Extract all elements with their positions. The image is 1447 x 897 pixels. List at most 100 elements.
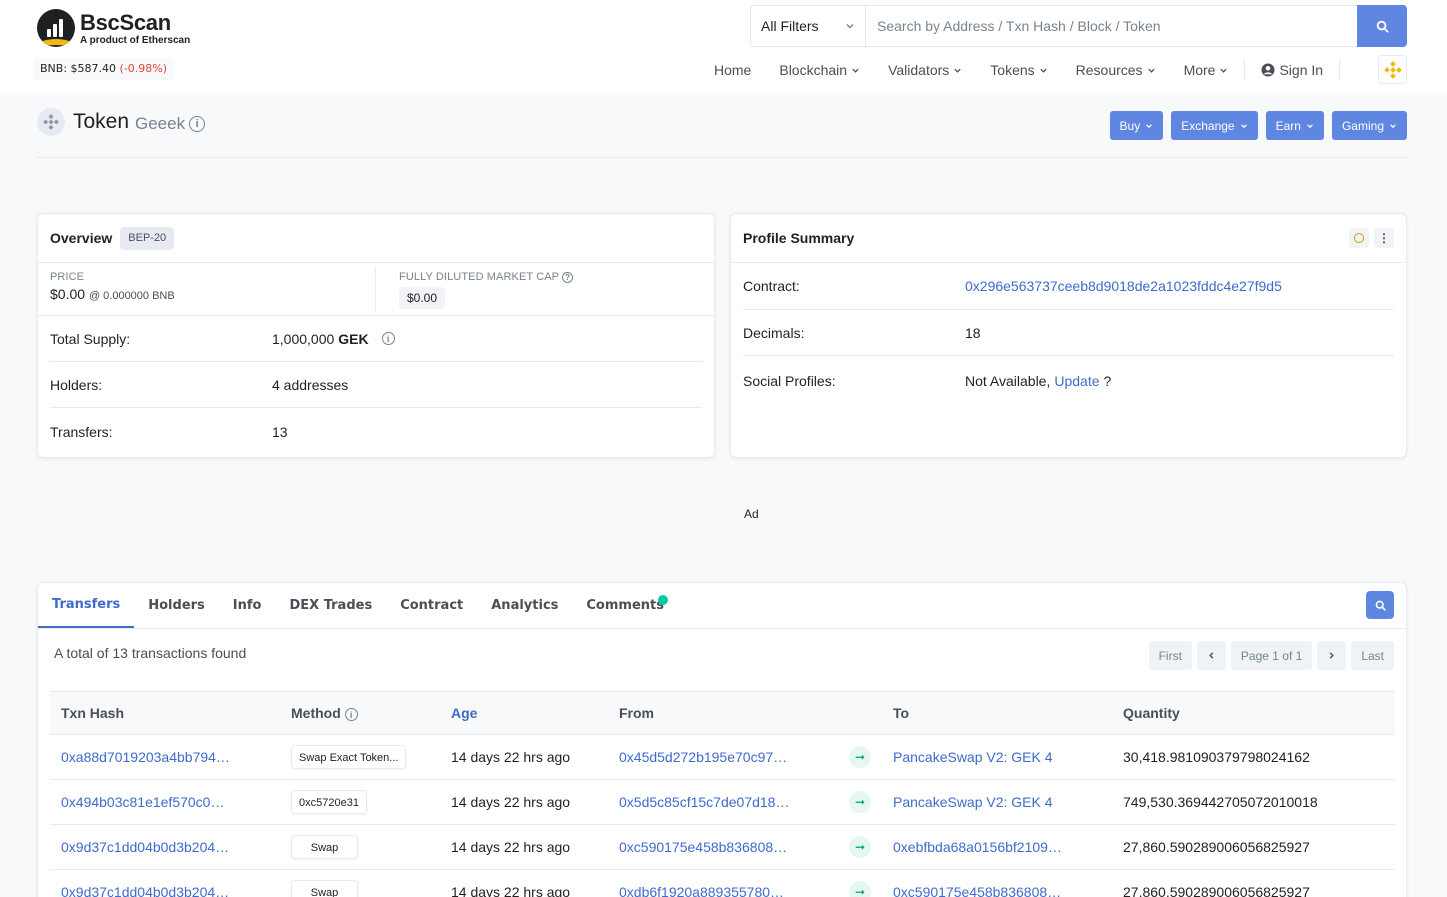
- tab-info[interactable]: Info: [219, 583, 276, 628]
- holders-value: 4 addresses: [272, 376, 349, 393]
- col-from: From: [608, 691, 838, 735]
- prev-page-button[interactable]: [1196, 641, 1226, 670]
- question-icon[interactable]: ?: [562, 271, 574, 283]
- more-options-icon[interactable]: ⋮: [1374, 228, 1394, 248]
- nav-blockchain[interactable]: Blockchain: [765, 62, 874, 78]
- table-row: 0xa88d7019203a4bb794… Swap Exact Token..…: [50, 734, 1395, 780]
- bnb-price[interactable]: BNB: $587.40 (-0.98%): [33, 58, 175, 80]
- to-address-link[interactable]: 0xc590175e458b836808…: [893, 884, 1061, 897]
- nav-label: Validators: [888, 62, 950, 78]
- chevron-down-icon: [954, 68, 961, 73]
- transfers-label: Transfers:: [50, 424, 113, 440]
- price-row: PRICE $0.00 @ 0.000000 BNB FULLY DILUTED…: [38, 263, 714, 316]
- nav-tokens[interactable]: Tokens: [976, 62, 1061, 78]
- tab-dex-trades[interactable]: DEX Trades: [275, 583, 386, 628]
- age-cell: 14 days 22 hrs ago: [440, 869, 608, 897]
- tab-holders[interactable]: Holders: [134, 583, 219, 628]
- token-search-button[interactable]: [1366, 591, 1394, 619]
- search-icon: [1375, 600, 1386, 611]
- from-address-link[interactable]: 0xdb6f1920a889355780…: [619, 884, 784, 897]
- last-page-button[interactable]: Last: [1351, 641, 1394, 670]
- txn-hash-link[interactable]: 0x9d37c1dd04b0d3b204…: [61, 839, 229, 855]
- info-icon[interactable]: i: [344, 708, 358, 722]
- nav-more[interactable]: More: [1170, 62, 1243, 78]
- transfers-table: Txn Hash Method i Age From To Quantity 0…: [50, 691, 1395, 897]
- filter-dropdown[interactable]: All Filters: [751, 6, 866, 46]
- profile-title: Profile Summary: [743, 230, 855, 246]
- nav-home[interactable]: Home: [700, 62, 765, 78]
- col-quantity: Quantity: [1112, 691, 1395, 735]
- mcap-value: $0.00: [399, 287, 446, 309]
- nav-validators[interactable]: Validators: [874, 62, 976, 78]
- bscscan-logo[interactable]: BscScan A product of Etherscan: [37, 9, 190, 47]
- social-label: Social Profiles:: [743, 372, 836, 389]
- search-input[interactable]: [866, 6, 1357, 46]
- holders-row: Holders: 4 addresses: [50, 362, 702, 408]
- transfers-row: Transfers: 13: [50, 408, 702, 456]
- col-txn-hash: Txn Hash: [50, 691, 280, 735]
- to-address-link[interactable]: PancakeSwap V2: GEK 4: [893, 749, 1053, 765]
- bnb-price-label: BNB:: [40, 62, 68, 75]
- quantity-cell: 749,530.369442705072010018: [1112, 779, 1395, 825]
- sign-in-link[interactable]: Sign In: [1247, 62, 1337, 78]
- tab-bar: Transfers Holders Info DEX Trades Contra…: [38, 583, 1406, 629]
- total-supply-label: Total Supply:: [50, 330, 131, 347]
- age-cell: 14 days 22 hrs ago: [440, 734, 608, 780]
- nav-label: Blockchain: [779, 62, 848, 78]
- nav-divider: [1244, 59, 1246, 81]
- info-icon[interactable]: i: [189, 116, 206, 132]
- gaming-button[interactable]: Gaming: [1331, 111, 1407, 140]
- token-symbol: GEK: [338, 330, 369, 347]
- col-method-label: Method: [291, 704, 341, 721]
- info-icon[interactable]: i: [381, 332, 395, 345]
- quantity-cell: 30,418.981090379798024162: [1112, 734, 1395, 780]
- profile-summary-card: Profile Summary ⋮ Contract: 0x296e563737…: [730, 213, 1407, 458]
- next-page-button[interactable]: [1317, 641, 1347, 670]
- chevron-down-icon: [1147, 68, 1155, 73]
- search-icon: [1376, 20, 1389, 33]
- method-badge: 0xc5720e31: [291, 790, 367, 814]
- from-address-link[interactable]: 0x45d5d272b195e70c97…: [619, 749, 787, 765]
- transfers-value: 13: [272, 424, 288, 440]
- earn-label: Earn: [1275, 118, 1301, 133]
- reputation-icon[interactable]: [1349, 228, 1369, 248]
- bnb-icon: [1383, 60, 1402, 79]
- chevron-down-icon: [1307, 123, 1313, 128]
- tab-contract[interactable]: Contract: [386, 583, 477, 628]
- total-transactions: A total of 13 transactions found: [54, 645, 247, 661]
- exchange-button[interactable]: Exchange: [1171, 111, 1258, 140]
- bnb-network-button[interactable]: [1378, 55, 1407, 84]
- method-badge: Swap: [291, 880, 358, 897]
- contract-row: Contract: 0x296e563737ceeb8d9018de2a1023…: [743, 263, 1394, 310]
- chevron-down-icon: [846, 24, 854, 29]
- table-row: 0x9d37c1dd04b0d3b204… Swap 14 days 22 hr…: [50, 869, 1395, 897]
- tab-transfers[interactable]: Transfers: [38, 583, 135, 628]
- tab-analytics[interactable]: Analytics: [477, 583, 572, 628]
- user-circle-icon: [1261, 63, 1275, 77]
- col-age[interactable]: Age: [440, 691, 608, 735]
- social-question: ?: [1103, 372, 1112, 389]
- txn-hash-link[interactable]: 0x494b03c81e1ef570c0…: [61, 794, 224, 810]
- from-address-link[interactable]: 0x5d5c85cf15c7de07d18…: [619, 794, 789, 810]
- buy-button[interactable]: Buy: [1109, 111, 1164, 140]
- transfers-card: Transfers Holders Info DEX Trades Contra…: [37, 582, 1407, 897]
- arrow-right-icon: ➞: [849, 746, 871, 768]
- from-address-link[interactable]: 0xc590175e458b836808…: [619, 839, 787, 855]
- tab-comments[interactable]: Comments: [572, 583, 678, 628]
- txn-hash-link[interactable]: 0xa88d7019203a4bb794…: [61, 749, 230, 765]
- arrow-right-icon: ➞: [849, 881, 871, 897]
- update-link[interactable]: Update: [1054, 373, 1099, 389]
- nav-resources[interactable]: Resources: [1062, 62, 1170, 78]
- earn-button[interactable]: Earn: [1265, 111, 1324, 140]
- contract-address-link[interactable]: 0x296e563737ceeb8d9018de2a1023fddc4e27f9…: [965, 278, 1282, 294]
- to-address-link[interactable]: 0xebfbda68a0156bf2109…: [893, 839, 1062, 855]
- comments-status-dot: [658, 595, 668, 605]
- first-page-button[interactable]: First: [1148, 641, 1192, 670]
- logo-title: BscScan: [80, 9, 171, 35]
- buy-label: Buy: [1119, 118, 1141, 133]
- to-address-link[interactable]: PancakeSwap V2: GEK 4: [893, 794, 1053, 810]
- overview-card: Overview BEP-20 PRICE $0.00 @ 0.000000 B…: [37, 213, 715, 458]
- txn-hash-link[interactable]: 0x9d37c1dd04b0d3b204…: [61, 884, 229, 897]
- search-button[interactable]: [1357, 5, 1407, 47]
- chevron-down-icon: [1146, 123, 1153, 128]
